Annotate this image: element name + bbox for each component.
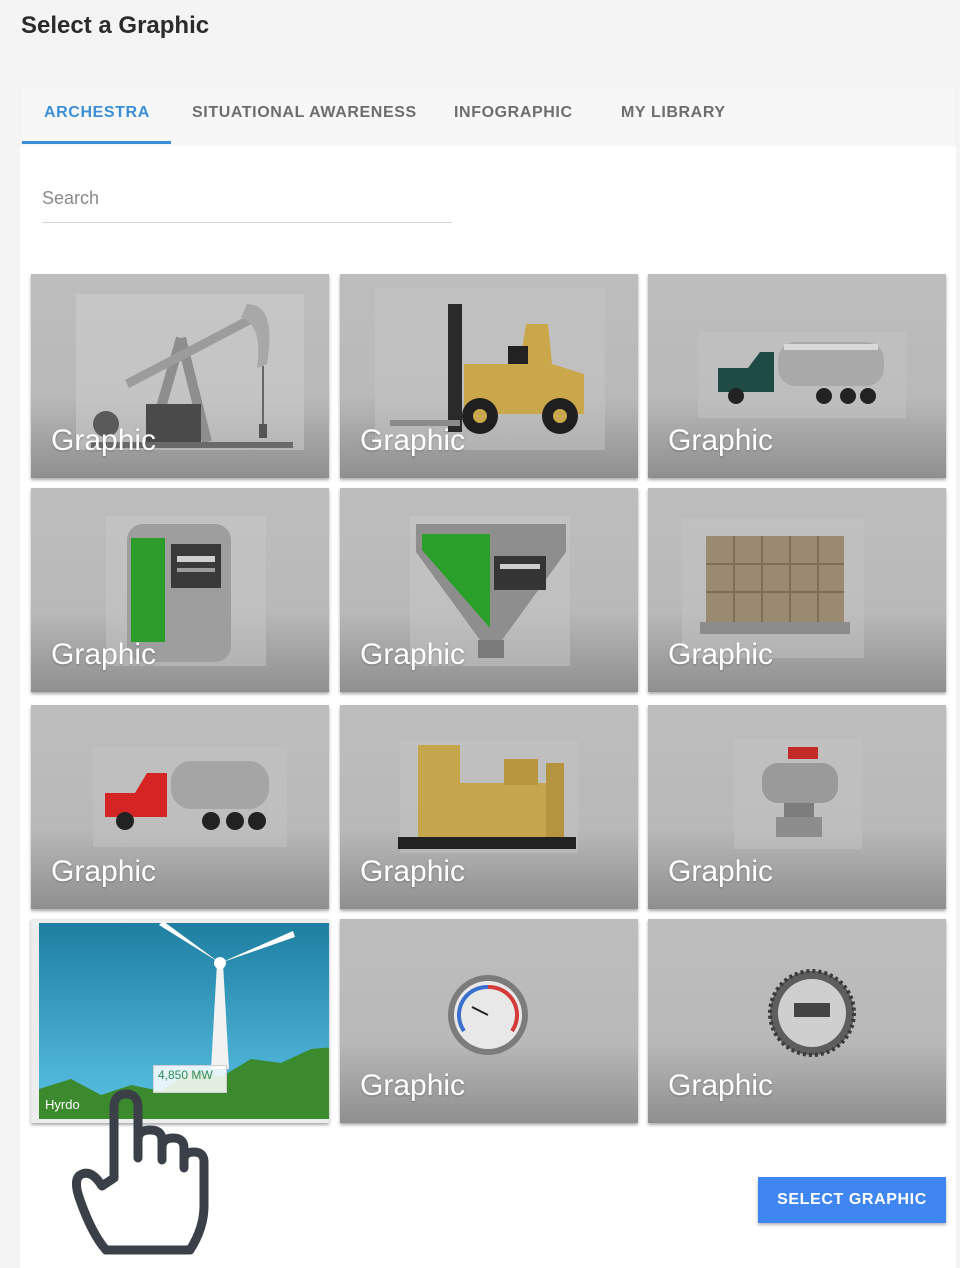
dialog-title: Select a Graphic: [21, 12, 210, 39]
tab-archestra[interactable]: ARCHESTRA: [44, 104, 150, 122]
tab-my-library[interactable]: MY LIBRARY: [621, 104, 726, 122]
card-label: Graphic: [668, 855, 774, 888]
active-tab-indicator: [22, 141, 171, 144]
card-label: Graphic: [360, 855, 466, 888]
card-label: Graphic: [360, 638, 466, 671]
card-label: Graphic: [51, 855, 157, 888]
search-input[interactable]: [42, 176, 452, 209]
card-label: Graphic: [360, 424, 466, 457]
graphic-card-hopper[interactable]: Graphic: [340, 488, 638, 692]
graphic-card-tanker-truck-green[interactable]: Graphic: [648, 274, 946, 478]
card-label: Graphic: [360, 1069, 466, 1102]
tab-situational-awareness[interactable]: SITUATIONAL AWARENESS: [192, 104, 417, 122]
card-label: Graphic: [668, 1069, 774, 1102]
graphic-card-valve[interactable]: Graphic: [648, 705, 946, 909]
graphic-card-pallet-boxes[interactable]: Graphic: [648, 488, 946, 692]
graphic-card-generator[interactable]: Graphic: [340, 705, 638, 909]
card-label: Graphic: [51, 424, 157, 457]
power-value: 4,850 MW: [158, 1068, 213, 1082]
graphic-card-pressure-gauge[interactable]: Graphic: [340, 919, 638, 1123]
graphic-card-storage-tank[interactable]: Graphic: [31, 488, 329, 692]
graphic-card-forklift[interactable]: Graphic: [340, 274, 638, 478]
tab-bar: ARCHESTRA SITUATIONAL AWARENESS INFOGRAP…: [22, 88, 954, 146]
search-field: [42, 176, 452, 223]
graphic-card-tanker-truck-red[interactable]: Graphic: [31, 705, 329, 909]
graphic-card-meter-gauge[interactable]: Graphic: [648, 919, 946, 1123]
pointer-hand-icon: [72, 1089, 209, 1255]
graphic-card-pumpjack[interactable]: Graphic: [31, 274, 329, 478]
card-label: Graphic: [51, 638, 157, 671]
card-label: Graphic: [668, 424, 774, 457]
select-graphic-button[interactable]: SELECT GRAPHIC: [758, 1177, 946, 1223]
tab-infographic[interactable]: INFOGRAPHIC: [454, 104, 573, 122]
card-label: Graphic: [668, 638, 774, 671]
